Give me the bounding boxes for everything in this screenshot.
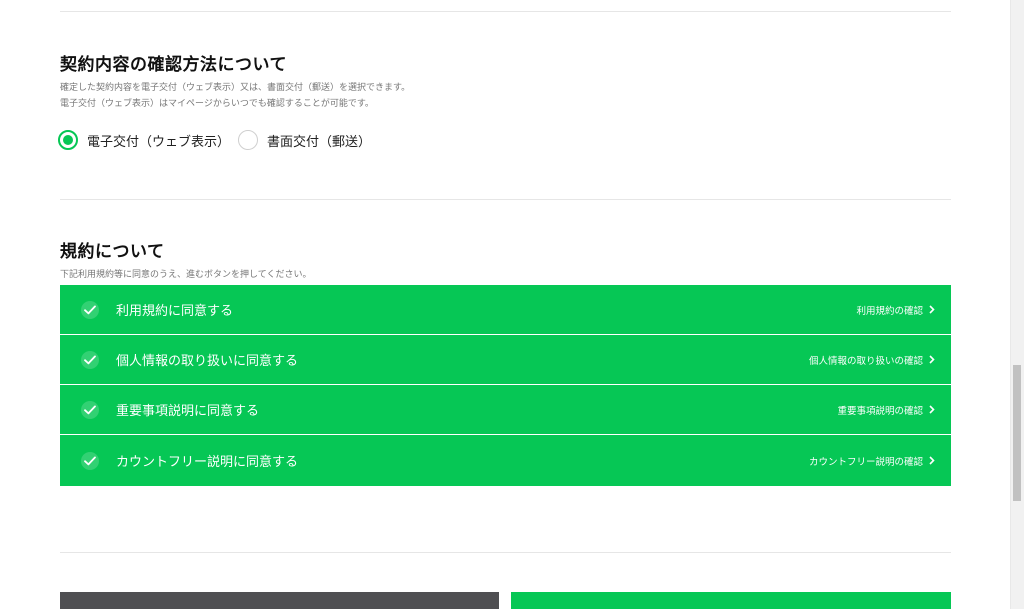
radio-checked-icon[interactable] — [58, 130, 78, 150]
privacy-link-text[interactable]: 個人情報の取り扱いの確認 — [809, 353, 923, 367]
chevron-right-icon — [929, 456, 935, 465]
agree-important-matters-row[interactable]: 重要事項説明に同意する 重要事項説明の確認 — [60, 385, 951, 435]
agree-count-free-row[interactable]: カウントフリー説明に同意する カウントフリー説明の確認 — [60, 435, 951, 486]
count-free-link-text[interactable]: カウントフリー説明の確認 — [809, 454, 923, 468]
terms-description: 下記利用規約等に同意のうえ、進むボタンを押してください。 — [60, 270, 312, 280]
terms-of-use-link[interactable]: 利用規約の確認 — [856, 303, 935, 317]
important-matters-link[interactable]: 重要事項説明の確認 — [837, 403, 935, 417]
agree-count-free-label: カウントフリー説明に同意する — [116, 455, 299, 470]
radio-paper-delivery[interactable]: 書面交付（郵送） — [238, 130, 371, 150]
radio-paper-delivery-label: 書面交付（郵送） — [267, 134, 372, 150]
agree-terms-of-use-row[interactable]: 利用規約に同意する 利用規約の確認 — [60, 285, 951, 335]
delivery-method-radio-group: 電子交付（ウェブ表示） 書面交付（郵送） — [58, 127, 379, 153]
terms-agreement-list: 利用規約に同意する 利用規約の確認 個人情報の取り扱いに同意する 個人情報の取り… — [60, 285, 951, 486]
scrollbar-thumb[interactable] — [1013, 365, 1021, 501]
privacy-link[interactable]: 個人情報の取り扱いの確認 — [809, 353, 935, 367]
chevron-right-icon — [929, 305, 935, 314]
chevron-right-icon — [929, 355, 935, 364]
scrollbar[interactable] — [1010, 0, 1024, 609]
terms-of-use-link-text[interactable]: 利用規約の確認 — [856, 303, 923, 317]
agree-terms-of-use-label: 利用規約に同意する — [116, 304, 234, 319]
radio-electronic-delivery-label: 電子交付（ウェブ表示） — [87, 134, 231, 150]
agree-important-matters-label: 重要事項説明に同意する — [116, 404, 260, 419]
important-matters-link-text[interactable]: 重要事項説明の確認 — [837, 403, 923, 417]
divider-middle — [60, 199, 951, 200]
page: 契約内容の確認方法について 確定した契約内容を電子交付（ウェブ表示）又は、書面交… — [0, 0, 1024, 609]
agree-privacy-label: 個人情報の取り扱いに同意する — [116, 354, 299, 369]
radio-unchecked-icon[interactable] — [238, 130, 259, 150]
contract-method-description-1: 確定した契約内容を電子交付（ウェブ表示）又は、書面交付（郵送）を選択できます。 — [60, 83, 411, 93]
count-free-link[interactable]: カウントフリー説明の確認 — [809, 454, 935, 468]
back-button[interactable] — [60, 592, 499, 609]
check-icon[interactable] — [81, 400, 99, 419]
check-icon[interactable] — [81, 300, 99, 319]
divider-bottom — [60, 552, 951, 553]
contract-method-description-2: 電子交付（ウェブ表示）はマイページからいつでも確認することが可能です。 — [60, 99, 374, 109]
check-icon[interactable] — [81, 451, 99, 470]
divider-top — [60, 11, 951, 12]
next-button[interactable] — [511, 592, 951, 609]
agree-privacy-row[interactable]: 個人情報の取り扱いに同意する 個人情報の取り扱いの確認 — [60, 335, 951, 385]
radio-electronic-delivery[interactable]: 電子交付（ウェブ表示） — [58, 130, 230, 150]
contract-method-title: 契約内容の確認方法について — [60, 55, 287, 75]
check-icon[interactable] — [81, 350, 99, 369]
terms-title: 規約について — [60, 242, 165, 262]
chevron-right-icon — [929, 405, 935, 414]
